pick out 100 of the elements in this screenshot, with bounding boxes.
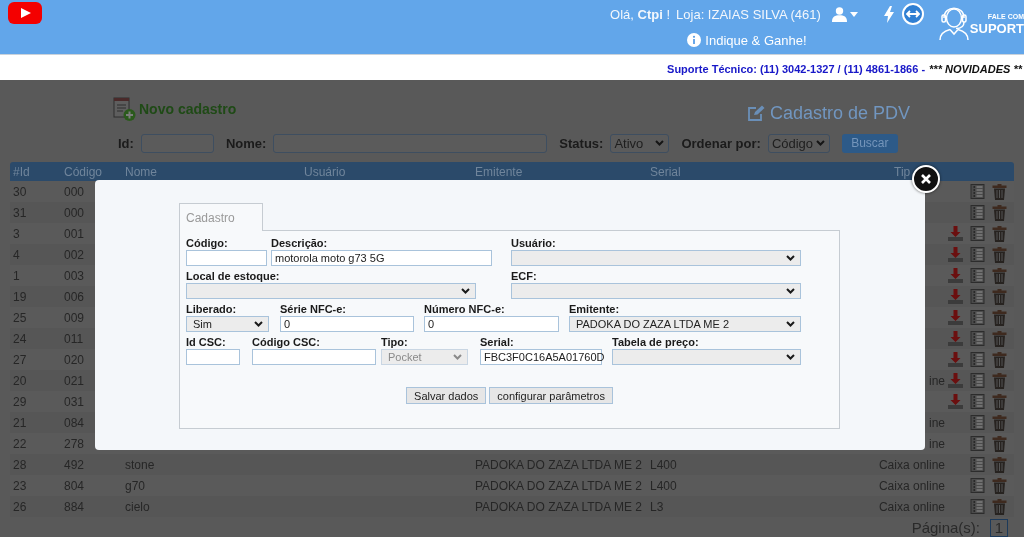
list-icon[interactable] [970, 268, 985, 283]
list-icon[interactable] [970, 247, 985, 262]
download-icon[interactable] [948, 394, 963, 409]
download-icon[interactable] [948, 310, 963, 325]
support-phones-text: Suporte Técnico: (11) 3042-1327 / (11) 4861-1866 - [667, 63, 926, 75]
dropdown[interactable]: PADOKA DO ZAZA LTDA ME 2 [569, 316, 801, 332]
list-icon[interactable] [970, 205, 985, 220]
column-header[interactable]: Código [64, 164, 103, 179]
chevron-down-icon [461, 288, 470, 294]
download-icon[interactable] [948, 289, 963, 304]
form-button[interactable]: Salvar dados [406, 387, 487, 404]
trash-icon[interactable] [992, 246, 1007, 263]
column-header[interactable]: Tip [894, 164, 911, 179]
filter-text-field[interactable] [140, 133, 214, 153]
filter-label: Nome: [225, 135, 267, 151]
list-icon[interactable] [970, 310, 985, 325]
trash-icon[interactable] [992, 183, 1007, 200]
chevron-down-icon [786, 255, 795, 261]
form-button[interactable]: configurar parâmetros [489, 387, 613, 404]
referral-link[interactable]: Indique & Ganhe! [687, 32, 807, 48]
list-icon[interactable] [970, 184, 985, 199]
trash-icon[interactable] [992, 225, 1007, 242]
download-icon[interactable] [948, 247, 963, 262]
trash-icon[interactable] [992, 204, 1007, 221]
filter-text-field[interactable] [273, 133, 548, 153]
list-icon[interactable] [970, 457, 985, 472]
field-label: ECF: [511, 270, 538, 283]
search-button[interactable]: Buscar [841, 133, 898, 153]
trash-icon[interactable] [992, 435, 1007, 452]
column-header[interactable]: Usuário [304, 164, 346, 179]
trash-icon[interactable] [992, 351, 1007, 368]
close-icon [921, 174, 931, 184]
document-add-icon [112, 97, 136, 121]
chevron-down-icon [453, 354, 462, 360]
field-label: Descrição: [271, 237, 329, 250]
field-label: Tabela de preço: [612, 336, 700, 349]
column-header[interactable]: Serial [650, 164, 681, 179]
chevron-down-icon [254, 321, 263, 327]
trash-icon[interactable] [992, 498, 1007, 515]
trash-icon[interactable] [992, 456, 1007, 473]
list-icon[interactable] [970, 499, 985, 514]
text-field[interactable] [186, 349, 240, 365]
field-label: Código: [186, 237, 229, 250]
dropdown[interactable] [612, 349, 801, 365]
chevron-down-icon [815, 140, 825, 146]
chevron-down-icon [655, 140, 665, 146]
field-label: Local de estoque: [186, 270, 281, 283]
list-icon[interactable] [970, 415, 985, 430]
column-header[interactable]: Emitente [475, 164, 523, 179]
filter-label: Status: [559, 135, 604, 151]
chevron-down-icon [786, 321, 795, 327]
field-label: Tipo: [381, 336, 409, 349]
lightning-icon[interactable] [883, 5, 894, 23]
dropdown[interactable]: Sim [186, 316, 269, 332]
download-icon[interactable] [948, 226, 963, 241]
list-icon[interactable] [970, 478, 985, 493]
trash-icon[interactable] [992, 267, 1007, 284]
download-icon[interactable] [948, 352, 963, 367]
trash-icon[interactable] [992, 372, 1007, 389]
play-icon[interactable] [8, 2, 42, 24]
dropdown[interactable] [511, 283, 801, 299]
dropdown[interactable] [186, 283, 476, 299]
filter-label: Ordenar por: [681, 135, 761, 151]
filter-dropdown[interactable]: Código [767, 133, 830, 153]
field-label: Código CSC: [252, 336, 321, 349]
text-field[interactable]: motorola moto g73 5G [271, 250, 492, 266]
filter-dropdown[interactable]: Ativo [610, 133, 670, 153]
list-icon[interactable] [970, 289, 985, 304]
chevron-down-icon [786, 288, 795, 294]
text-field[interactable] [252, 349, 376, 365]
text-field[interactable] [186, 250, 267, 266]
caret-icon[interactable] [849, 11, 858, 17]
text-field[interactable]: 0 [424, 316, 559, 332]
trash-icon[interactable] [992, 393, 1007, 410]
greeting-text: Olá, Ctpi ! [610, 6, 671, 22]
field-label: Usuário: [511, 237, 557, 250]
download-icon[interactable] [948, 373, 963, 388]
trash-icon[interactable] [992, 414, 1007, 431]
list-icon[interactable] [970, 331, 985, 346]
trash-icon[interactable] [992, 330, 1007, 347]
list-icon[interactable] [970, 394, 985, 409]
column-header[interactable]: #Id [13, 164, 30, 179]
trash-icon[interactable] [992, 477, 1007, 494]
list-icon[interactable] [970, 373, 985, 388]
field-label: Liberado: [186, 303, 238, 316]
dropdown[interactable] [511, 250, 801, 266]
new-record-link[interactable]: Novo cadastro [112, 97, 237, 121]
download-icon[interactable] [948, 268, 963, 283]
list-icon[interactable] [970, 436, 985, 451]
list-icon[interactable] [970, 226, 985, 241]
list-icon[interactable] [970, 352, 985, 367]
column-header[interactable]: Nome [125, 164, 157, 179]
form-tab[interactable]: Cadastro [179, 203, 263, 231]
text-field[interactable]: 0 [280, 316, 414, 332]
user-icon[interactable] [831, 6, 847, 22]
support-label: SUPORT [969, 21, 1024, 36]
trash-icon[interactable] [992, 309, 1007, 326]
trash-icon[interactable] [992, 288, 1007, 305]
text-field[interactable]: FBC3F0C16A5A01760D [480, 349, 602, 365]
download-icon[interactable] [948, 331, 963, 346]
